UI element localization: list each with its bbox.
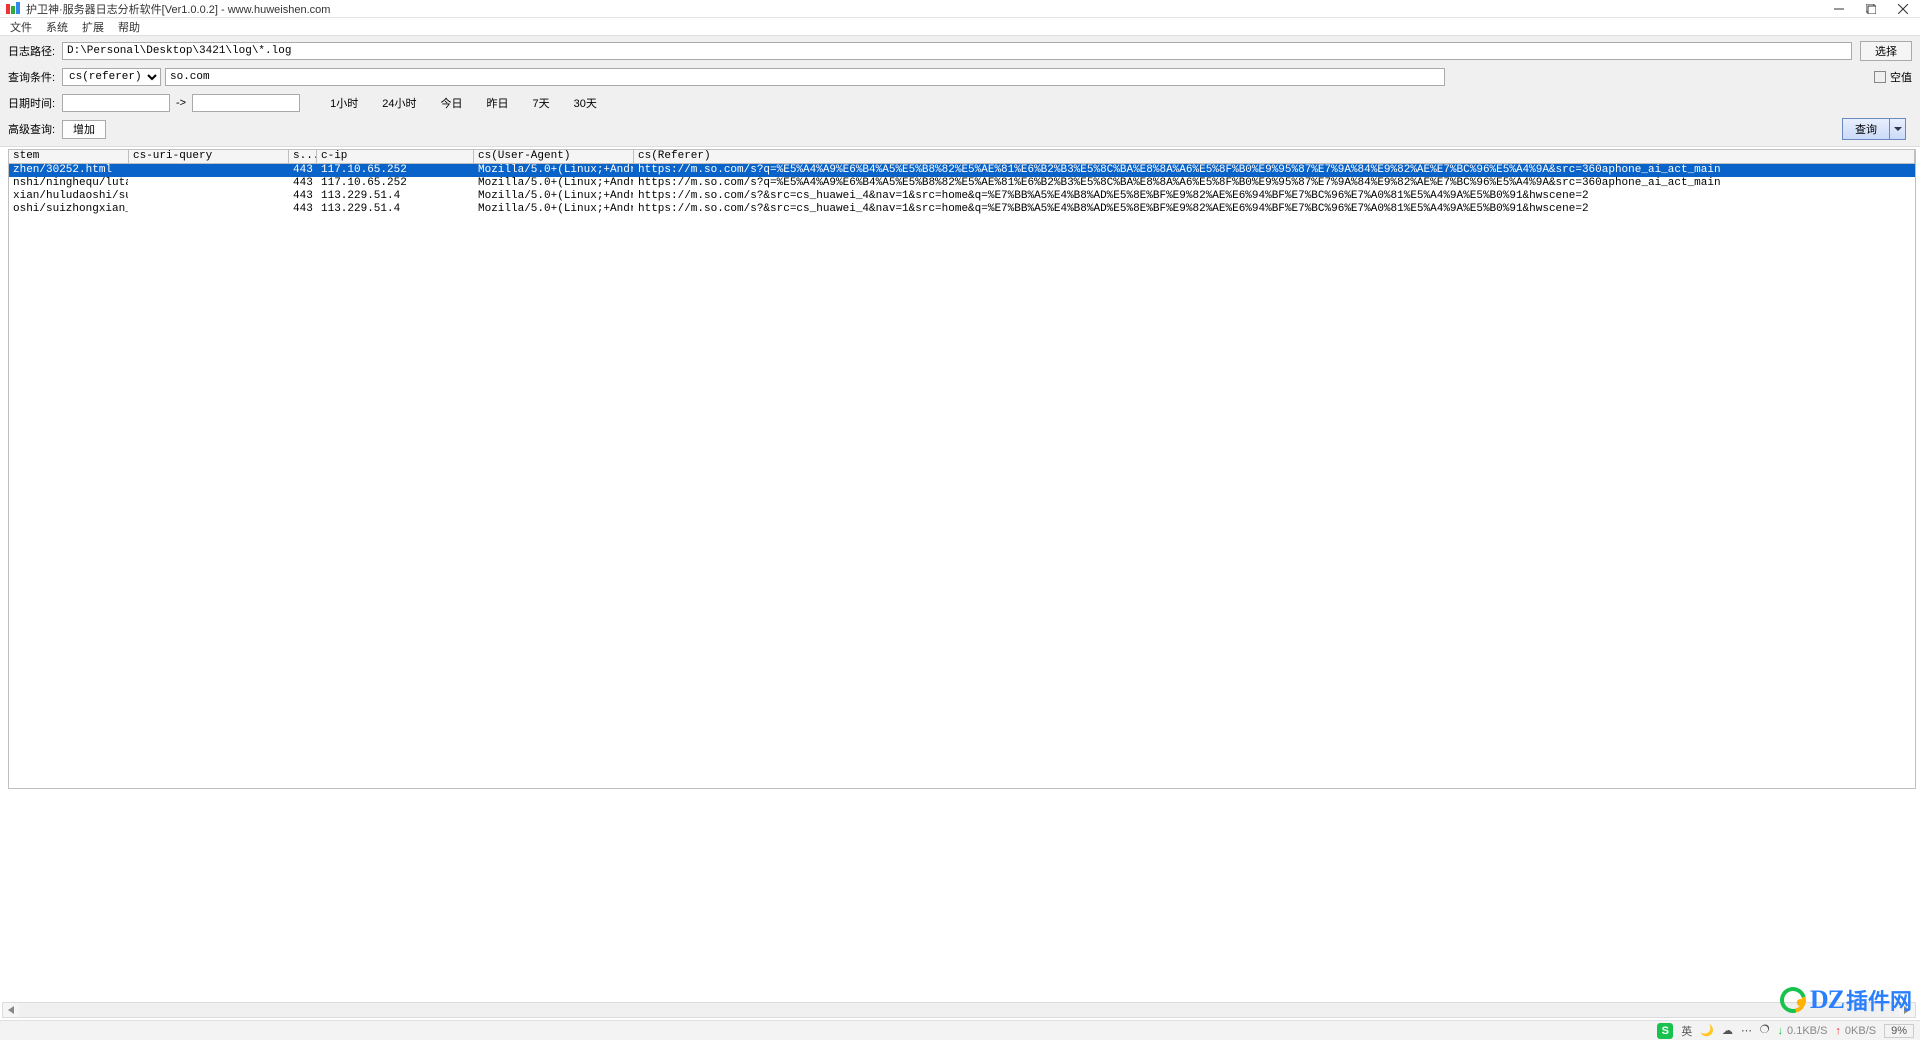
net-down: ↓0.1KB/S	[1778, 1025, 1828, 1037]
col-status[interactable]: s...	[289, 150, 317, 163]
tray-icon-2[interactable]: ⋯	[1741, 1024, 1752, 1037]
col-referer[interactable]: cs(Referer)	[634, 150, 1915, 163]
null-checkbox[interactable]	[1874, 71, 1886, 83]
col-ip[interactable]: c-ip	[317, 150, 474, 163]
table-row[interactable]: zhen/30252.html443117.10.65.252Mozilla/5…	[9, 164, 1915, 177]
field-select[interactable]: cs(referer)	[62, 68, 161, 86]
path-label: 日志路径:	[8, 43, 62, 59]
date-from-input[interactable]	[62, 94, 170, 112]
query-button[interactable]: 查询	[1842, 118, 1890, 140]
table-row[interactable]: oshi/suizhongxian_202...443113.229.51.4M…	[9, 203, 1915, 216]
menu-help[interactable]: 帮助	[118, 19, 140, 35]
minimize-button[interactable]	[1832, 2, 1846, 16]
ime-icon[interactable]: S	[1657, 1023, 1673, 1039]
col-ua[interactable]: cs(User-Agent)	[474, 150, 634, 163]
net-up: ↑0KB/S	[1835, 1025, 1876, 1037]
range-yesterday[interactable]: 昨日	[480, 95, 514, 111]
col-query[interactable]: cs-uri-query	[129, 150, 289, 163]
system-tray: S 英 🌙 ☁ ⋯ 🔿 ↓0.1KB/S ↑0KB/S 9%	[0, 1020, 1920, 1040]
results-grid: stem cs-uri-query s... c-ip cs(User-Agen…	[8, 149, 1916, 789]
log-path-input[interactable]	[62, 42, 1852, 60]
adv-label: 高级查询:	[8, 121, 62, 137]
horizontal-scrollbar[interactable]	[2, 1002, 1916, 1018]
close-button[interactable]	[1896, 2, 1910, 16]
lang-indicator[interactable]: 英	[1681, 1023, 1692, 1039]
watermark: DZ 插件网	[1780, 984, 1912, 1016]
percent-indicator: 9%	[1884, 1024, 1914, 1038]
col-stem[interactable]: stem	[9, 150, 129, 163]
menu-ext[interactable]: 扩展	[82, 19, 104, 35]
tray-icon-1[interactable]: ☁	[1722, 1024, 1733, 1037]
range-7d[interactable]: 7天	[526, 95, 555, 111]
arrow-label: ->	[176, 97, 186, 109]
range-30d[interactable]: 30天	[568, 95, 603, 111]
maximize-button[interactable]	[1864, 2, 1878, 16]
date-label: 日期时间:	[8, 95, 62, 111]
watermark-icon	[1775, 982, 1811, 1018]
search-input[interactable]	[165, 68, 1445, 86]
menubar: 文件 系统 扩展 帮助	[0, 18, 1920, 36]
table-row[interactable]: xian/huludaoshi/suizh...443113.229.51.4M…	[9, 190, 1915, 203]
app-icon	[6, 2, 20, 16]
scroll-left-icon[interactable]	[3, 1003, 19, 1017]
add-button[interactable]: 增加	[62, 120, 106, 139]
range-24h[interactable]: 24小时	[376, 95, 422, 111]
query-label: 查询条件:	[8, 69, 62, 85]
table-row[interactable]: nshi/ninghequ/lutaizh...443117.10.65.252…	[9, 177, 1915, 190]
tray-icon-3[interactable]: 🔿	[1760, 1024, 1770, 1037]
null-label: 空值	[1890, 69, 1912, 85]
range-1h[interactable]: 1小时	[324, 95, 364, 111]
date-to-input[interactable]	[192, 94, 300, 112]
menu-file[interactable]: 文件	[10, 19, 32, 35]
browse-button[interactable]: 选择	[1860, 41, 1912, 61]
moon-icon[interactable]: 🌙	[1700, 1024, 1714, 1037]
range-today[interactable]: 今日	[434, 95, 468, 111]
window-title: 护卫神·服务器日志分析软件[Ver1.0.0.2] - www.huweishe…	[26, 1, 1832, 17]
query-dropdown-button[interactable]	[1890, 118, 1906, 140]
menu-system[interactable]: 系统	[46, 19, 68, 35]
